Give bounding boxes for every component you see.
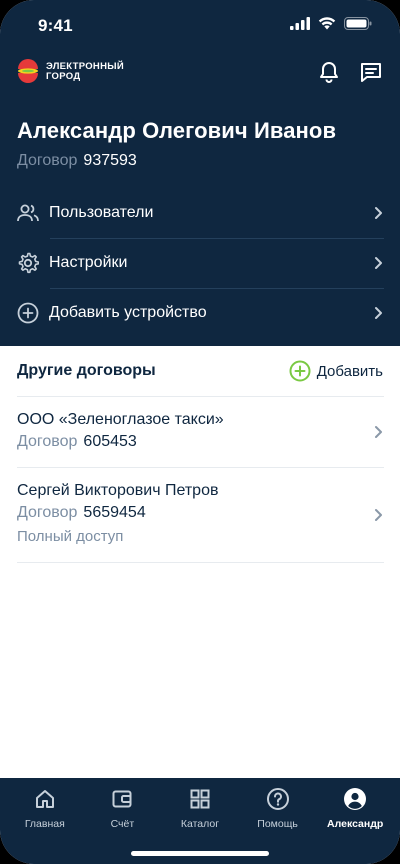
chevron-right-icon [375,426,382,438]
menu-item-label: Пользователи [49,204,154,221]
plus-circle-icon [289,360,311,382]
access-level: Полный доступ [17,528,124,545]
contract-label: Договор [17,152,78,169]
contract-number: 605453 [83,433,137,450]
other-contracts-header: Другие договоры Добавить [0,346,400,396]
divider [17,562,384,563]
contract-line: Договор 5659454 [17,504,384,522]
battery-icon [344,17,372,30]
status-time: 9:41 [38,16,73,35]
tab-label: Главная [24,818,65,830]
menu-item-add-device[interactable]: Добавить устройство [0,288,400,338]
help-icon [265,786,291,812]
contract-number: 5659454 [83,504,146,521]
chat-icon [361,63,381,82]
wallet-icon [109,786,135,812]
tab-label: Помощь [257,818,298,830]
chevron-right-icon [375,257,382,269]
home-indicator[interactable] [131,851,269,856]
chevron-right-icon [375,307,382,319]
brand-row: ЭЛЕКТРОННЫЙ ГОРОД [16,52,384,92]
wifi-icon [318,17,336,30]
plus-circle-icon [17,302,39,324]
add-contract-label: Добавить [316,362,383,380]
contract-line: Договор 605453 [17,433,384,451]
brand-name-line2: ГОРОД [46,71,81,82]
contract-owner: ООО «Зеленоглазое такси» [17,411,224,428]
tab-home[interactable]: Главная [6,778,84,864]
contract-number: 937593 [83,152,137,169]
tab-label: Александр [327,818,384,830]
user-contract: Договор 937593 [17,152,137,170]
add-contract-button[interactable]: Добавить [289,360,383,382]
menu-item-label: Настройки [49,254,128,271]
menu-item-label: Добавить устройство [49,304,207,321]
signal-icon [290,17,310,30]
brand-name: ЭЛЕКТРОННЫЙ ГОРОД [46,62,124,82]
account-menu: Пользователи Настройки Добавить устройст… [0,188,400,338]
home-icon [32,786,58,812]
other-contracts-list: ООО «Зеленоглазое такси» Договор 605453 С… [0,397,400,563]
bottom-tab-bar: Главная Счёт Каталог Помощь Александр [0,778,400,864]
profile-icon [342,786,368,812]
tab-label: Каталог [180,818,220,830]
notifications-button[interactable] [316,59,342,85]
other-contracts-title: Другие договоры [17,362,156,379]
users-icon [17,202,39,224]
account-header: 9:41 ЭЛЕКТРОННЫЙ ГОРОД Александр Олегови… [0,0,400,346]
contract-owner: Сергей Викторович Петров [17,482,219,499]
messages-button[interactable] [358,59,384,85]
status-bar: 9:41 [0,0,400,52]
gear-icon [17,252,39,274]
phone-screen: 9:41 ЭЛЕКТРОННЫЙ ГОРОД Александр Олегови… [0,0,400,864]
tab-label: Счёт [110,818,135,830]
contract-item-taxi[interactable]: ООО «Зеленоглазое такси» Договор 605453 [0,397,400,467]
header-actions [316,59,384,85]
menu-item-settings[interactable]: Настройки [0,238,400,288]
status-icons [290,17,372,30]
brand-logo-icon [18,59,38,83]
bell-icon [320,62,338,83]
tab-profile[interactable]: Александр [316,778,394,864]
contract-label: Договор [17,433,78,450]
chevron-right-icon [375,207,382,219]
contract-item-petrov[interactable]: Сергей Викторович Петров Договор 5659454 … [0,468,400,562]
chevron-right-icon [375,509,382,521]
contract-label: Договор [17,504,78,521]
catalog-icon [187,786,213,812]
user-full-name: Александр Олегович Иванов [17,118,337,143]
menu-item-users[interactable]: Пользователи [0,188,400,238]
